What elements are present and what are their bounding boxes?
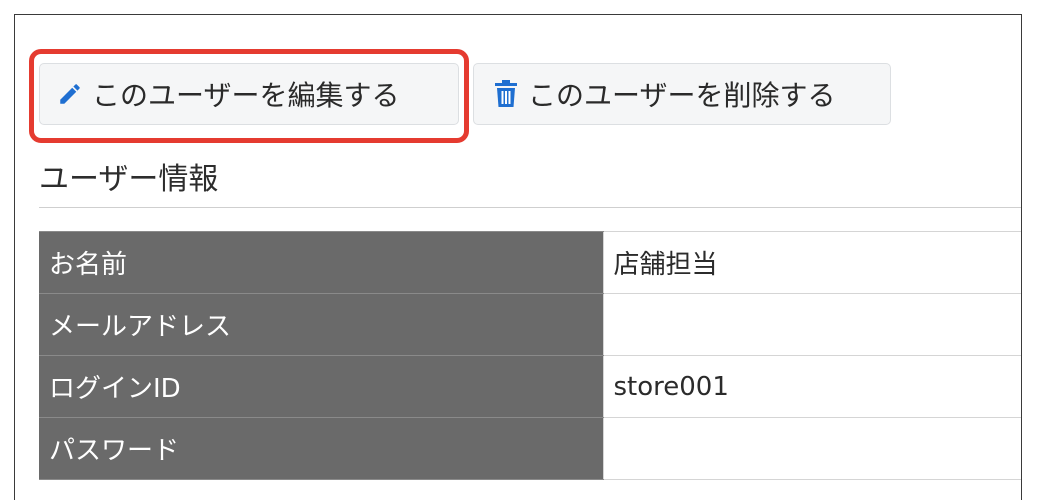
user-info-table: お名前 店舗担当 メールアドレス ログインID store001 パスワード <box>39 231 1021 480</box>
table-row: パスワード <box>39 417 1021 480</box>
delete-user-button-label: このユーザーを削除する <box>528 79 836 112</box>
table-row: ログインID store001 <box>39 355 1021 418</box>
row-value: 店舗担当 <box>602 231 1021 294</box>
row-label: パスワード <box>39 417 603 480</box>
pencil-icon <box>56 77 84 111</box>
row-value <box>602 417 1021 480</box>
page-frame: このユーザーを編集する このユーザーを削除する ユーザー情報 お名前 店舗担当 … <box>14 14 1022 500</box>
table-row: メールアドレス <box>39 293 1021 356</box>
row-label: ログインID <box>39 355 603 418</box>
section-title: ユーザー情報 <box>39 162 219 197</box>
section-divider <box>39 207 1021 208</box>
row-label: お名前 <box>39 231 603 294</box>
trash-icon <box>492 77 520 111</box>
edit-user-button-label: このユーザーを編集する <box>92 79 400 112</box>
delete-user-button[interactable]: このユーザーを削除する <box>473 63 891 125</box>
table-row: お名前 店舗担当 <box>39 231 1021 294</box>
row-value: store001 <box>602 355 1021 418</box>
row-label: メールアドレス <box>39 293 603 356</box>
row-value <box>602 293 1021 356</box>
edit-user-button[interactable]: このユーザーを編集する <box>39 63 459 125</box>
